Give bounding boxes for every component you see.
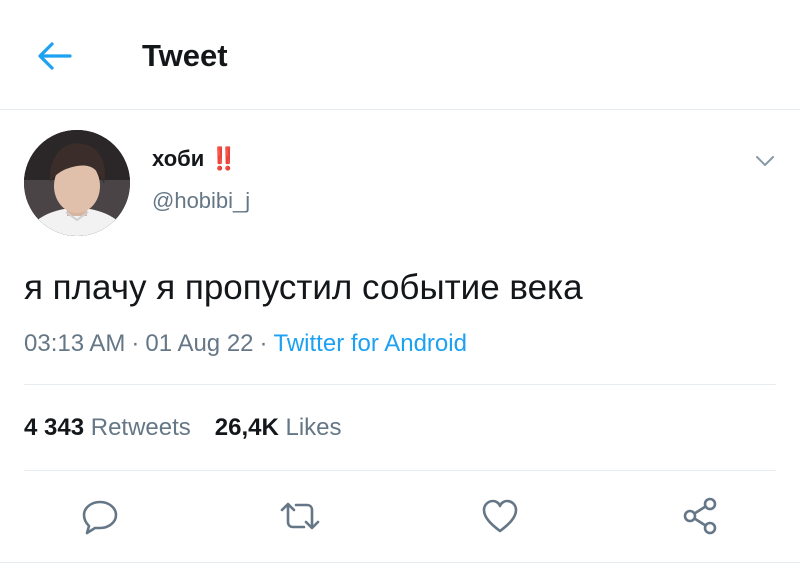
tweet-date: 01 Aug 22 [145, 330, 254, 357]
heart-icon [482, 499, 518, 533]
divider [0, 562, 800, 563]
author-display-name[interactable]: хоби ‼️ [152, 144, 238, 174]
tweet-meta: 03:13 AM · 01 Aug 22 · Twitter for Android [24, 328, 467, 360]
reply-icon [82, 500, 118, 535]
likes-count[interactable]: 26,4K [215, 414, 279, 441]
action-bar [0, 494, 800, 538]
arrow-left-icon [38, 42, 72, 70]
likes-label[interactable]: Likes [286, 414, 342, 441]
profile-photo [24, 130, 130, 236]
page-title: Tweet [142, 38, 228, 73]
share-icon [683, 497, 717, 535]
tweet-options-button[interactable] [750, 146, 780, 176]
top-app-bar: Tweet [0, 0, 800, 110]
retweet-icon [280, 502, 320, 530]
retweets-count[interactable]: 4 343 [24, 414, 84, 441]
back-button[interactable] [34, 36, 74, 76]
author-handle[interactable]: @hobibi_j [152, 186, 250, 216]
chevron-down-icon [756, 156, 774, 166]
reply-button[interactable] [78, 494, 122, 538]
share-button[interactable] [678, 494, 722, 538]
meta-separator: · [259, 330, 268, 357]
tweet-text: я плачу я пропустил событие века [24, 268, 583, 307]
meta-separator: · [131, 330, 140, 357]
tweet-stats: 4 343 Retweets 26,4K Likes [24, 412, 342, 444]
tweet-source-link[interactable]: Twitter for Android [274, 330, 467, 357]
divider [24, 384, 776, 385]
retweets-label[interactable]: Retweets [91, 414, 191, 441]
like-button[interactable] [478, 494, 522, 538]
divider [24, 470, 776, 471]
avatar[interactable] [24, 130, 130, 236]
tweet-time: 03:13 AM [24, 330, 126, 357]
retweet-button[interactable] [278, 494, 322, 538]
